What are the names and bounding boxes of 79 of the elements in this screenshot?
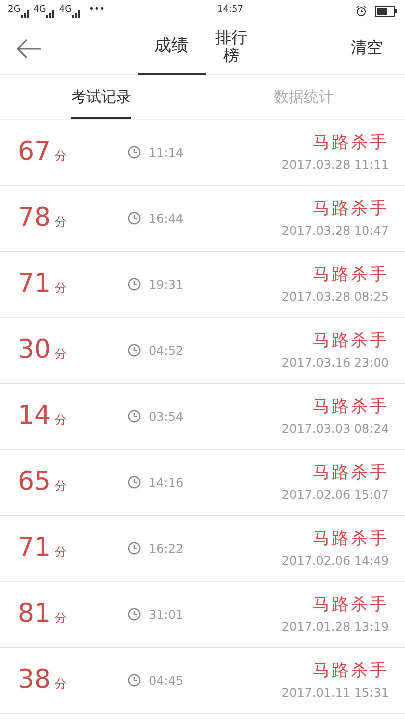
exam-date: 2017.03.28 08:25	[282, 289, 389, 306]
exam-date: 2017.01.28 13:19	[282, 619, 389, 636]
exam-title: 马路杀手	[313, 132, 389, 155]
exam-date: 2017.02.06 15:07	[282, 487, 389, 504]
battery-icon	[375, 6, 397, 16]
exam-title: 马路杀手	[313, 462, 389, 485]
duration: 16:44	[149, 210, 184, 228]
record-row[interactable]: 71 分 19:31 马路杀手 2017.03.28 08:25	[0, 252, 405, 318]
duration: 14:16	[149, 474, 184, 492]
clock-icon	[128, 278, 141, 291]
exam-title: 马路杀手	[313, 198, 389, 221]
score: 71	[18, 532, 52, 565]
duration: 16:22	[149, 540, 184, 558]
network-label: 2G	[8, 4, 21, 18]
exam-title: 马路杀手	[313, 660, 389, 683]
header-tab[interactable]: 排行榜	[206, 22, 258, 74]
record-row[interactable]: 71 分 16:22 马路杀手 2017.02.06 14:49	[0, 516, 405, 582]
network-label: 4G	[34, 4, 46, 18]
exam-date: 2017.03.28 11:11	[282, 157, 389, 174]
record-row[interactable]: 65 分 14:16 马路杀手 2017.02.06 15:07	[0, 450, 405, 516]
clock-icon	[128, 542, 141, 555]
exam-date: 2017.01.11 15:31	[282, 685, 389, 702]
back-arrow-icon	[16, 38, 42, 59]
record-row[interactable]: 30 分 04:52 马路杀手 2017.03.16 23:00	[0, 318, 405, 384]
score: 30	[18, 334, 52, 367]
sub-tab[interactable]: 数据统计	[202, 75, 405, 120]
clock: 14:57	[218, 5, 244, 16]
exam-title: 马路杀手	[313, 528, 389, 551]
score-unit: 分	[55, 544, 68, 561]
sub-tab[interactable]: 考试记录	[0, 75, 202, 120]
signal-icon	[46, 8, 56, 18]
duration: 04:45	[149, 672, 184, 690]
clock-icon	[128, 212, 141, 225]
exam-date: 2017.02.06 14:49	[282, 553, 389, 570]
record-row[interactable]: 78 分 16:44 马路杀手 2017.03.28 10:47	[0, 186, 405, 252]
duration: 11:14	[149, 144, 184, 162]
score: 14	[18, 400, 52, 433]
score-unit: 分	[55, 412, 68, 429]
score-unit: 分	[55, 346, 68, 363]
score-unit: 分	[55, 148, 68, 165]
network-label: 4G	[59, 4, 72, 18]
clear-button[interactable]: 清空	[345, 35, 389, 61]
score-unit: 分	[55, 676, 68, 693]
score-unit: 分	[55, 280, 68, 297]
header-tab[interactable]: 成绩	[138, 22, 206, 74]
signal-icon	[20, 8, 30, 18]
score: 65	[18, 466, 52, 499]
exam-date: 2017.03.28 10:47	[282, 223, 389, 240]
score: 67	[18, 136, 52, 169]
clock-icon	[128, 476, 141, 489]
clock-icon	[128, 674, 141, 687]
more-indicator: •••	[89, 4, 106, 18]
score-unit: 分	[55, 610, 68, 627]
record-row[interactable]: 14 分 03:54 马路杀手 2017.03.03 08:24	[0, 384, 405, 450]
alarm-icon	[356, 6, 367, 16]
clock-icon	[128, 146, 141, 159]
clock-icon	[128, 608, 141, 621]
clock-icon	[128, 344, 141, 357]
duration: 19:31	[149, 276, 184, 294]
duration: 04:52	[149, 342, 184, 360]
score: 78	[18, 202, 52, 235]
record-row[interactable]: 38 分 04:45 马路杀手 2017.01.11 15:31	[0, 648, 405, 714]
score: 81	[18, 598, 52, 631]
exam-title: 马路杀手	[313, 594, 389, 617]
exam-title: 马路杀手	[313, 330, 389, 353]
record-row[interactable]: 67 分 11:14 马路杀手 2017.03.28 11:11	[0, 120, 405, 186]
duration: 31:01	[149, 606, 184, 624]
exam-date: 2017.03.16 23:00	[282, 355, 389, 372]
score-unit: 分	[55, 478, 68, 495]
duration: 03:54	[149, 408, 184, 426]
score-unit: 分	[55, 214, 68, 231]
score: 71	[18, 268, 52, 301]
score: 38	[18, 664, 52, 697]
exam-title: 马路杀手	[313, 396, 389, 419]
exam-title: 马路杀手	[313, 264, 389, 287]
signal-icon	[72, 8, 82, 18]
exam-date: 2017.03.03 08:24	[282, 421, 389, 438]
clock-icon	[128, 410, 141, 423]
record-row[interactable]: 81 分 31:01 马路杀手 2017.01.28 13:19	[0, 582, 405, 648]
